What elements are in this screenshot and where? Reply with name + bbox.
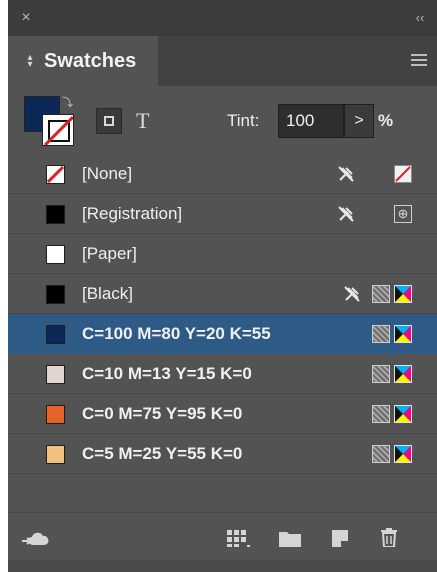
swatch-name: C=5 M=25 Y=55 K=0 — [82, 444, 243, 463]
new-color-group-icon[interactable] — [278, 527, 302, 547]
swatch-row-registration[interactable]: [Registration] ⊕ — [8, 194, 437, 234]
tint-slider-button[interactable]: > — [344, 104, 374, 138]
new-swatch-icon[interactable] — [330, 527, 352, 547]
collapse-icon[interactable]: ‹‹ — [411, 10, 429, 26]
swatch-row-paper[interactable]: [Paper] — [8, 234, 437, 274]
panel-bottom-bar — [8, 512, 437, 561]
swatch-list: [None] [Registration] ⊕ [Paper] [Black] … — [8, 154, 437, 494]
panel-title: Swatches — [44, 50, 137, 72]
swatch-row-c0-m75-y95-k0[interactable]: C=0 M=75 Y=95 K=0 — [8, 394, 437, 434]
delete-swatch-icon[interactable] — [378, 527, 400, 547]
swap-fill-stroke-icon[interactable]: ⤵ — [62, 96, 76, 110]
tint-label: Tint: — [227, 111, 260, 130]
none-slash-icon — [43, 115, 73, 145]
cmyk-mode-icon — [394, 285, 412, 303]
tab-bar-empty — [158, 36, 437, 86]
swatch-row-black[interactable]: [Black] — [8, 274, 437, 314]
process-color-icon — [372, 445, 390, 463]
tint-unit: % — [378, 111, 394, 130]
swatches-panel: × ‹‹ ▴ ▾ Swatches ⤵ T Tint: 100 > % [None… — [8, 0, 437, 572]
stroke-swatch-proxy[interactable] — [42, 114, 74, 146]
swatch-row-c5-m25-y55-k0[interactable]: C=5 M=25 Y=55 K=0 — [8, 434, 437, 474]
cmyk-mode-icon — [394, 445, 412, 463]
registration-mode-icon: ⊕ — [394, 205, 412, 223]
panel-resize-strip — [8, 560, 437, 572]
swatch-chip — [46, 245, 65, 264]
non-editable-icon — [338, 166, 354, 182]
swatch-chip — [46, 285, 65, 304]
swatch-name: C=100 M=80 Y=20 K=55 — [82, 324, 271, 343]
swatch-row-c100-m80-y20-k55[interactable]: C=100 M=80 Y=20 K=55 — [8, 314, 437, 354]
cmyk-mode-icon — [394, 325, 412, 343]
swatch-row-none[interactable]: [None] — [8, 154, 437, 194]
cc-libraries-icon[interactable] — [20, 527, 54, 547]
cmyk-mode-icon — [394, 365, 412, 383]
process-color-icon — [372, 285, 390, 303]
close-icon[interactable]: × — [18, 10, 34, 26]
tint-input[interactable]: 100 — [278, 104, 344, 138]
swatch-name: [Paper] — [82, 244, 137, 263]
swatch-chip — [46, 445, 65, 464]
non-editable-icon — [338, 206, 354, 222]
swatch-name: [Black] — [82, 284, 134, 303]
swatch-name: [Registration] — [82, 204, 183, 223]
swatch-name: [None] — [82, 164, 133, 183]
none-mode-icon — [394, 165, 412, 183]
cmyk-mode-icon — [394, 405, 412, 423]
process-color-icon — [372, 365, 390, 383]
formatting-affects-container-button[interactable] — [96, 108, 122, 134]
non-editable-icon — [344, 286, 360, 302]
swatch-chip — [46, 365, 65, 384]
swatch-row-c10-m13-y15-k0[interactable]: C=10 M=13 Y=15 K=0 — [8, 354, 437, 394]
formatting-affects-text-button[interactable]: T — [136, 108, 160, 134]
swatch-name: C=10 M=13 Y=15 K=0 — [82, 364, 252, 383]
tab-swatches[interactable]: ▴ ▾ Swatches — [8, 36, 158, 86]
swatch-name: C=0 M=75 Y=95 K=0 — [82, 404, 243, 423]
panel-menu-icon[interactable] — [411, 54, 427, 66]
process-color-icon — [372, 405, 390, 423]
swatch-chip — [46, 405, 65, 424]
swatch-chip — [46, 165, 65, 184]
swatch-chip — [46, 325, 65, 344]
tab-chevron-icon: ▴ ▾ — [27, 52, 33, 70]
panel-titlebar: × ‹‹ — [8, 0, 437, 36]
process-color-icon — [372, 325, 390, 343]
swatch-chip — [46, 205, 65, 224]
show-swatch-kinds-icon[interactable] — [226, 527, 252, 547]
